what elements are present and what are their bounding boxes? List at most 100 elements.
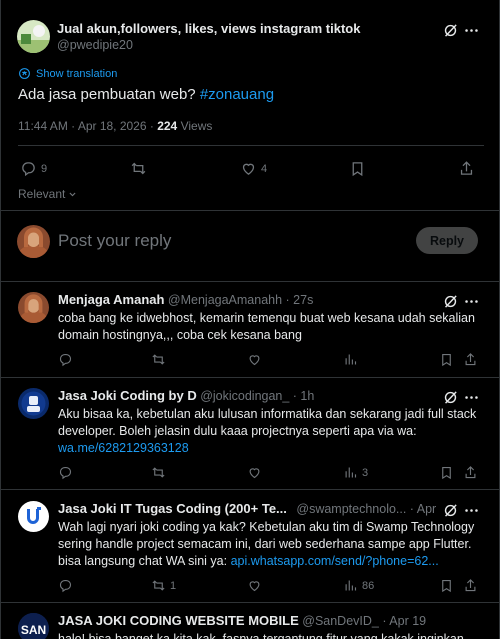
- reply-sort-dropdown[interactable]: Relevant: [18, 187, 77, 201]
- reply-avatar[interactable]: [18, 292, 49, 323]
- reply-author-handle[interactable]: @MenjagaAmanahh · 27s: [168, 293, 313, 307]
- views-count: 86: [362, 579, 375, 592]
- reply-button[interactable]: Reply: [416, 227, 478, 254]
- reply-icon: [59, 353, 72, 367]
- author-handle[interactable]: @pwedipie20: [57, 38, 133, 52]
- reply-icon: [59, 579, 72, 593]
- hashtag-link[interactable]: #zonauang: [200, 86, 274, 103]
- grok-icon[interactable]: [440, 20, 460, 40]
- repost-count: 1: [170, 579, 177, 592]
- bookmark-action[interactable]: [349, 160, 366, 177]
- reply-header: Jasa Joki Coding by D @jokicodingan_ · 1…: [58, 388, 438, 403]
- bookmark-action[interactable]: [439, 352, 454, 367]
- reply-author-handle[interactable]: @jokicodingan_ · 1h: [200, 389, 314, 403]
- share-icon: [460, 161, 473, 175]
- reply-divider: [1, 602, 499, 603]
- more-icon[interactable]: [461, 291, 481, 311]
- share-action[interactable]: [463, 352, 478, 367]
- views-icon: [345, 354, 357, 365]
- reply-item[interactable]: Jasa Joki Coding by D @jokicodingan_ · 1…: [1, 388, 499, 488]
- tweet-text-body: Ada jasa pembuatan web?: [18, 86, 196, 103]
- reply-icon: [22, 162, 35, 177]
- meta-divider: [18, 145, 484, 146]
- reply-sort-label: Relevant: [18, 187, 66, 201]
- reply-item[interactable]: Menjaga Amanah @MenjagaAmanahh · 27s cob…: [1, 292, 499, 376]
- show-translation-link[interactable]: Show translation: [18, 67, 117, 80]
- bookmark-icon: [442, 579, 451, 593]
- repost-action[interactable]: 1: [151, 578, 176, 593]
- reply-text: coba bang ke idwebhost, kemarin temenqu …: [58, 311, 475, 342]
- reply-avatar[interactable]: SAN: [18, 613, 49, 639]
- more-icon[interactable]: [461, 20, 481, 40]
- views-action[interactable]: 3: [343, 465, 368, 480]
- like-action[interactable]: 4: [240, 160, 267, 177]
- bookmark-icon: [352, 162, 363, 177]
- tweet-detail-page: Jual akun,followers, likes, views instag…: [0, 0, 500, 639]
- like-action[interactable]: [247, 352, 262, 367]
- views-count: 224: [157, 119, 178, 133]
- reply-author-name[interactable]: Jasa Joki IT Tugas Coding (200+ Te...: [58, 501, 287, 516]
- my-avatar[interactable]: [17, 225, 50, 258]
- reply-author-name[interactable]: Jasa Joki Coding by D: [58, 388, 197, 403]
- compose-divider: [1, 281, 499, 282]
- tweet-timestamp[interactable]: 11:44 AM · Apr 18, 2026 ·: [18, 119, 157, 133]
- reply-divider: [1, 489, 499, 490]
- like-count: 4: [261, 162, 268, 175]
- repost-action[interactable]: [151, 465, 166, 480]
- reply-input[interactable]: Post your reply: [58, 231, 171, 251]
- repost-icon: [152, 580, 165, 591]
- reply-author-name[interactable]: Menjaga Amanah: [58, 292, 164, 307]
- like-icon: [249, 581, 260, 592]
- grok-icon[interactable]: [440, 291, 460, 311]
- grok-icon[interactable]: [440, 500, 460, 520]
- author-name[interactable]: Jual akun,followers, likes, views instag…: [57, 21, 360, 36]
- reply-author-handle[interactable]: @SanDevID_ · Apr 19: [302, 614, 426, 628]
- reply-count: 9: [41, 162, 48, 175]
- reply-author-name[interactable]: JASA JOKI CODING WEBSITE MOBILE: [58, 613, 299, 628]
- share-icon: [465, 353, 476, 366]
- reply-action[interactable]: [58, 352, 73, 367]
- share-action[interactable]: [458, 160, 475, 177]
- bookmark-action[interactable]: [439, 578, 454, 593]
- reply-header: Jasa Joki IT Tugas Coding (200+ Te... @s…: [58, 501, 438, 516]
- reply-text: Wah lagi nyari joki coding ya kak? Kebet…: [58, 519, 478, 570]
- views-count: 3: [362, 466, 369, 479]
- grok-icon[interactable]: [440, 387, 460, 407]
- reply-link[interactable]: api.whatsapp.com/send/?phone=62...: [231, 554, 439, 568]
- reply-item[interactable]: SAN JASA JOKI CODING WEBSITE MOBILE @San…: [1, 613, 499, 639]
- repost-action[interactable]: [130, 160, 147, 177]
- reply-actions: [58, 352, 478, 372]
- repost-icon: [152, 354, 165, 365]
- reply-header: JASA JOKI CODING WEBSITE MOBILE @SanDevI…: [58, 613, 438, 628]
- share-action[interactable]: [463, 465, 478, 480]
- like-action[interactable]: [247, 578, 262, 593]
- reply-link[interactable]: wa.me/6282129363128: [58, 441, 189, 455]
- more-icon[interactable]: [461, 387, 481, 407]
- reply-item[interactable]: Jasa Joki IT Tugas Coding (200+ Te... @s…: [1, 501, 499, 601]
- author-avatar[interactable]: [17, 20, 50, 53]
- repost-action[interactable]: [151, 352, 166, 367]
- reply-avatar[interactable]: [18, 501, 49, 532]
- views-action[interactable]: [343, 352, 358, 367]
- share-icon: [465, 466, 476, 479]
- reply-text: Aku bisaa ka, kebetulan aku lulusan info…: [58, 406, 478, 457]
- views-action[interactable]: 86: [343, 578, 374, 593]
- reply-text-body: Aku bisaa ka, kebetulan aku lulusan info…: [58, 407, 477, 438]
- main-tweet: Jual akun,followers, likes, views instag…: [1, 0, 499, 282]
- reply-header: Menjaga Amanah @MenjagaAmanahh · 27s: [58, 292, 438, 307]
- reply-action[interactable]: 9: [20, 160, 47, 177]
- reply-avatar[interactable]: [18, 388, 49, 419]
- repost-icon: [152, 467, 165, 478]
- tweet-meta: 11:44 AM · Apr 18, 2026 · 224 Views: [18, 119, 212, 133]
- reply-action[interactable]: [58, 578, 73, 593]
- reply-author-handle[interactable]: @swamptechnolo... · Apr 19: [296, 502, 438, 516]
- sort-divider: [1, 210, 499, 211]
- reply-text: halo! bisa banget ka kita kak, fasnya te…: [58, 632, 464, 639]
- share-action[interactable]: [463, 578, 478, 593]
- like-action[interactable]: [247, 465, 262, 480]
- like-icon: [242, 163, 255, 175]
- like-icon: [249, 468, 260, 479]
- reply-action[interactable]: [58, 465, 73, 480]
- bookmark-action[interactable]: [439, 465, 454, 480]
- more-icon[interactable]: [461, 500, 481, 520]
